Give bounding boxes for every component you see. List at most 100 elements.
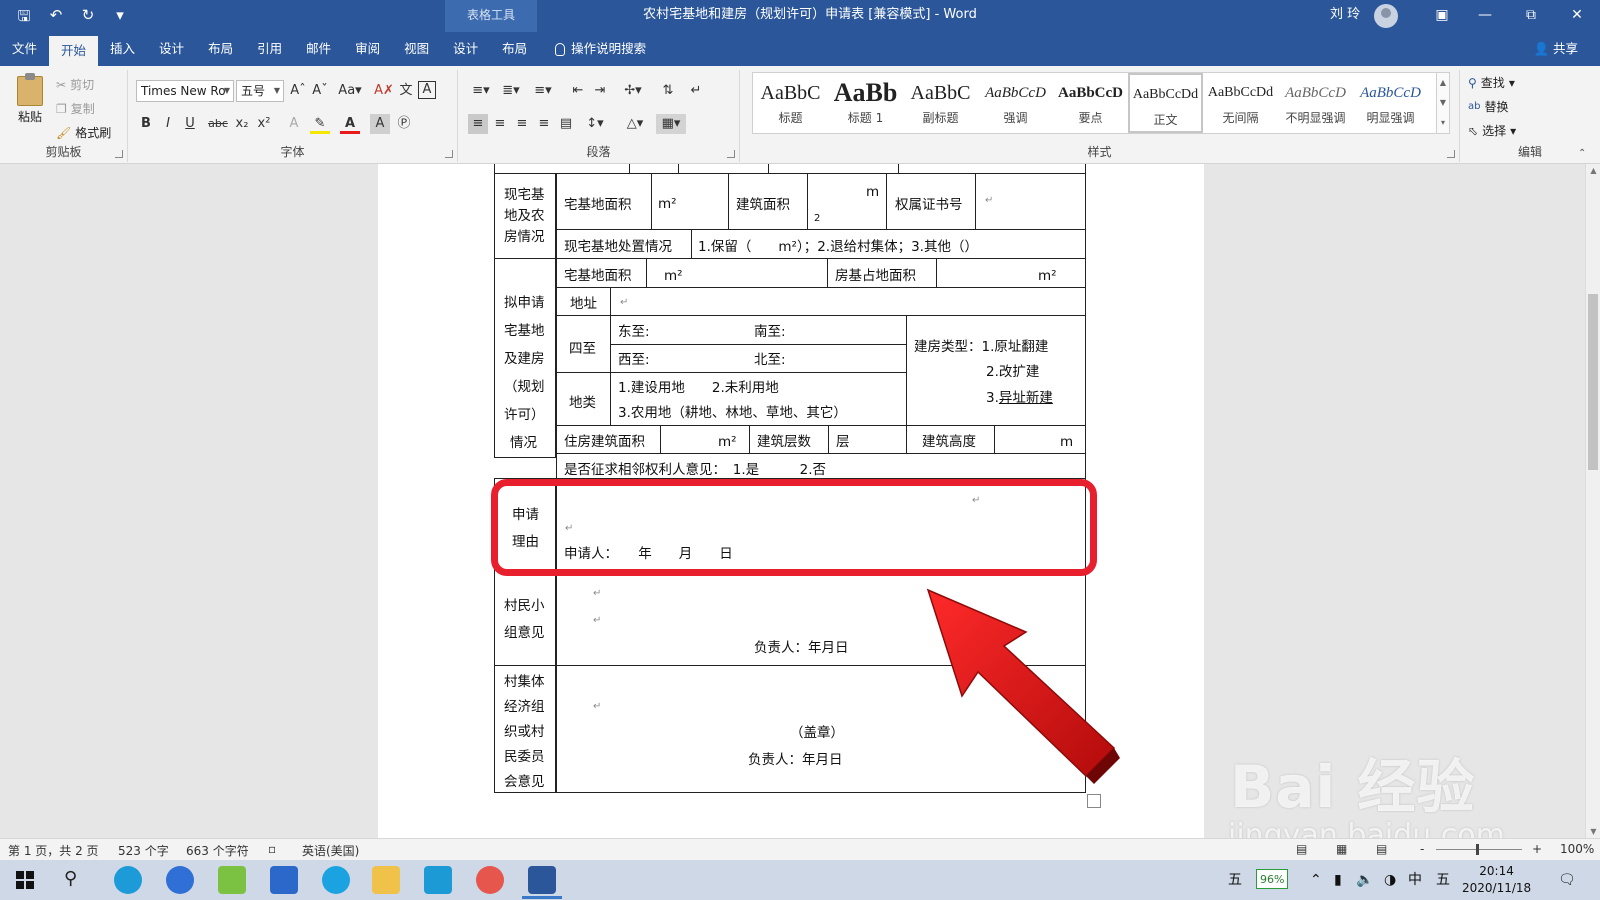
styles-launcher-icon[interactable] xyxy=(1447,150,1455,158)
style-item[interactable]: AaBbCcD 明显强调 xyxy=(1353,73,1428,133)
select-button[interactable]: ⬁ 选择 ▾ xyxy=(1468,122,1516,139)
change-case-button[interactable]: Aa▾ xyxy=(336,81,364,101)
word-count[interactable]: 523 个字 xyxy=(118,842,169,859)
tab-3[interactable]: 设计 xyxy=(147,32,196,66)
collapse-ribbon-icon[interactable]: ⌃ xyxy=(1578,148,1586,159)
tray-expand-icon[interactable]: ⌃ xyxy=(1310,860,1322,900)
font-family-select[interactable]: Times New Ro ▼ xyxy=(136,80,234,102)
character-shading-icon[interactable]: A xyxy=(370,114,390,134)
redo-icon[interactable]: ↻ xyxy=(78,6,98,31)
subscript-icon[interactable]: x₂ xyxy=(232,114,252,134)
strikethrough-icon[interactable]: abc xyxy=(206,114,230,134)
style-item[interactable]: AaBbCcD 要点 xyxy=(1053,73,1128,133)
file-explorer-icon[interactable] xyxy=(372,866,400,894)
scroll-down-icon[interactable]: ▼ xyxy=(1586,827,1600,836)
system-clock[interactable]: 20:14 2020/11/18 xyxy=(1462,863,1531,897)
clipboard-launcher-icon[interactable] xyxy=(115,150,123,158)
char-count[interactable]: 663 个字符 xyxy=(186,842,249,859)
ime-chinese-indicator[interactable]: 中 xyxy=(1408,860,1422,900)
word-app-icon[interactable] xyxy=(522,866,562,899)
tab-7[interactable]: 审阅 xyxy=(343,32,392,66)
underline-icon[interactable]: U xyxy=(180,114,200,134)
borders-icon[interactable]: ▦▾ xyxy=(656,114,686,134)
undo-icon[interactable]: ↶ xyxy=(46,6,66,31)
network-icon[interactable]: ◑ xyxy=(1384,860,1396,900)
copy-button[interactable]: ❐ 复制 xyxy=(56,100,95,117)
save-icon[interactable]: 🖫 xyxy=(14,6,34,31)
character-border-icon[interactable]: A xyxy=(418,81,436,99)
customize-qat-icon[interactable]: ▾ xyxy=(110,6,130,31)
restore-button[interactable]: ⧉ xyxy=(1508,0,1554,32)
sort-icon[interactable]: ⇅ xyxy=(658,81,678,101)
align-center-icon[interactable]: ≡ xyxy=(490,114,510,134)
page-count[interactable]: 第 1 页，共 2 页 xyxy=(8,842,99,859)
tell-me-search[interactable]: 操作说明搜索 xyxy=(539,32,658,66)
font-size-select[interactable]: 五号 ▼ xyxy=(236,80,284,102)
zoom-slider[interactable] xyxy=(1436,849,1522,850)
italic-icon[interactable]: I xyxy=(158,114,178,134)
app-l-icon[interactable] xyxy=(166,866,194,894)
tab-2[interactable]: 插入 xyxy=(98,32,147,66)
tab-6[interactable]: 邮件 xyxy=(294,32,343,66)
tab-1[interactable]: 开始 xyxy=(49,36,99,66)
enclose-characters-icon[interactable]: Ⓟ xyxy=(394,114,414,134)
style-item[interactable]: AaBbCcDd 无间隔 xyxy=(1203,73,1278,133)
tab-8[interactable]: 视图 xyxy=(392,32,441,66)
print-layout-icon[interactable]: ▦ xyxy=(1336,842,1347,856)
proofing-icon[interactable]: ▫ xyxy=(268,842,276,856)
address-value-cell[interactable] xyxy=(610,287,1086,316)
web-layout-icon[interactable]: ▤ xyxy=(1376,842,1387,856)
avatar[interactable] xyxy=(1374,4,1398,28)
line-spacing-icon[interactable]: ↕▾ xyxy=(582,114,608,134)
tab-5[interactable]: 引用 xyxy=(245,32,294,66)
minimize-button[interactable]: — xyxy=(1462,0,1508,32)
zoom-level[interactable]: 100% xyxy=(1560,842,1594,856)
grow-font-icon[interactable]: Aˆ xyxy=(288,81,308,101)
tab-10[interactable]: 布局 xyxy=(490,32,539,66)
find-button[interactable]: ⚲ 查找 ▾ xyxy=(1468,74,1515,91)
user-name[interactable]: 刘 玲 xyxy=(1330,0,1360,30)
increase-indent-icon[interactable]: ⇥ xyxy=(590,81,610,101)
distributed-icon[interactable]: ▤ xyxy=(556,114,576,134)
decrease-indent-icon[interactable]: ⇤ xyxy=(568,81,588,101)
tab-9[interactable]: 设计 xyxy=(441,32,490,66)
bold-icon[interactable]: B xyxy=(136,114,156,134)
vertical-scrollbar[interactable]: ▲ ▼ xyxy=(1585,164,1600,838)
clear-formatting-icon[interactable]: A✗ xyxy=(374,81,394,101)
search-icon[interactable]: ⚲ xyxy=(64,868,77,889)
language-indicator[interactable]: 英语(美国) xyxy=(302,842,359,859)
align-left-icon[interactable]: ≡ xyxy=(468,114,488,134)
ie-browser-icon[interactable] xyxy=(322,866,350,894)
zoom-in-button[interactable]: + xyxy=(1532,842,1542,856)
format-painter-button[interactable]: 🖌 格式刷 xyxy=(56,124,111,141)
read-mode-icon[interactable]: ▤ xyxy=(1296,842,1307,856)
app-color-icon[interactable] xyxy=(476,866,504,894)
justify-icon[interactable]: ≡ xyxy=(534,114,554,134)
paragraph-launcher-icon[interactable] xyxy=(727,150,735,158)
house-base-area-value-cell[interactable] xyxy=(936,258,1086,288)
scroll-up-icon[interactable]: ▲ xyxy=(1586,166,1600,175)
cut-button[interactable]: ✂ 剪切 xyxy=(56,76,94,93)
notification-icon[interactable]: 🗨 xyxy=(1558,860,1576,900)
shading-icon[interactable]: △▾ xyxy=(622,114,648,134)
mail-icon[interactable] xyxy=(270,866,298,894)
style-item[interactable]: AaBb 标题 1 xyxy=(828,73,903,133)
scrollbar-thumb[interactable] xyxy=(1588,294,1598,470)
numbering-icon[interactable]: ≣▾ xyxy=(498,81,524,101)
phonetic-guide-icon[interactable]: 文 xyxy=(396,81,416,101)
app-blue-icon[interactable] xyxy=(424,866,452,894)
style-item[interactable]: AaBbCcD 不明显强调 xyxy=(1278,73,1353,133)
text-effects-icon[interactable]: A xyxy=(284,114,304,134)
superscript-icon[interactable]: x² xyxy=(254,114,274,134)
show-marks-icon[interactable]: ↵ xyxy=(686,81,706,101)
ime-wubi-icon[interactable]: 五 xyxy=(1228,860,1242,900)
battery-icon[interactable]: ▮ xyxy=(1334,860,1342,900)
windows-start-icon[interactable] xyxy=(16,871,34,889)
tab-4[interactable]: 布局 xyxy=(196,32,245,66)
style-item[interactable]: AaBbCcD 强调 xyxy=(978,73,1053,133)
styles-gallery-scroll[interactable]: ▲ ▼ ▾ xyxy=(1436,72,1450,134)
font-launcher-icon[interactable] xyxy=(445,150,453,158)
ribbon-display-options-icon[interactable]: ▣ xyxy=(1422,0,1462,32)
zoom-slider-thumb[interactable] xyxy=(1476,844,1479,855)
close-button[interactable]: ✕ xyxy=(1554,0,1600,32)
